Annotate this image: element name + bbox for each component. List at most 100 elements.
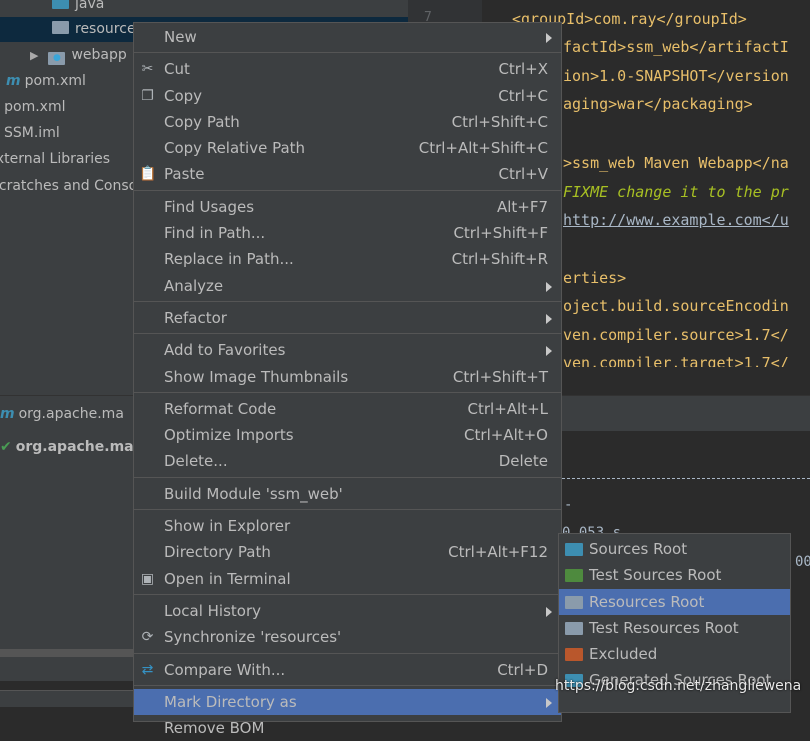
code-line: ven.compiler.target>1.7</ (563, 354, 789, 367)
folder-icon (565, 621, 583, 635)
menu-item-label: Add to Favorites (164, 341, 286, 360)
run-item-label: org.apache.ma (15, 439, 134, 455)
submenu-arrow-icon (546, 606, 552, 617)
menu-item-label: Reformat Code (164, 399, 277, 418)
submenu-item-excluded[interactable]: Excluded (559, 641, 790, 667)
menu-item-refactor[interactable]: Refactor (134, 305, 561, 331)
menu-item-reformat-code[interactable]: Reformat Code Ctrl+Alt+L (134, 396, 561, 422)
menu-item-synchronize-resources[interactable]: ⟳ Synchronize 'resources' (134, 624, 561, 650)
menu-item-label: Refactor (164, 308, 227, 327)
menu-item-show-image-thumbnails[interactable]: Show Image Thumbnails Ctrl+Shift+T (134, 364, 561, 390)
menu-item-optimize-imports[interactable]: Optimize Imports Ctrl+Alt+O (134, 422, 561, 448)
maven-icon: | (0, 99, 1, 115)
folder-icon (565, 569, 583, 583)
menu-item-paste[interactable]: 📋 Paste Ctrl+V (134, 161, 561, 187)
menu-item-delete[interactable]: Delete... Delete (134, 448, 561, 474)
submenu-item-test-sources-root[interactable]: Test Sources Root (559, 562, 790, 588)
submenu-arrow-icon (546, 33, 552, 43)
menu-item-copy-relative-path[interactable]: Copy Relative Path Ctrl+Alt+Shift+C (134, 135, 561, 161)
menu-item-label: Show Image Thumbnails (164, 367, 349, 386)
menu-item-label: Replace in Path... (164, 250, 294, 269)
horizontal-scrollbar[interactable] (0, 649, 135, 657)
tree-item-webapp[interactable]: ▶ ● webapp (30, 43, 127, 68)
menu-item-find-usages[interactable]: Find Usages Alt+F7 (134, 194, 561, 220)
menu-item-new[interactable]: New (134, 24, 561, 50)
terminal-icon: ▣ (140, 570, 155, 587)
menu-item-label: Cut (164, 60, 190, 79)
shortcut-label: Ctrl+X (498, 60, 548, 79)
menu-item-label: Compare With... (164, 660, 286, 679)
menu-item-show-in-explorer[interactable]: Show in Explorer (134, 513, 561, 539)
submenu-item-label: Test Sources Root (589, 566, 722, 585)
expand-arrow-icon[interactable]: ▶ (30, 49, 38, 62)
shortcut-label: Ctrl+Shift+R (451, 250, 548, 269)
menu-item-label: Local History (164, 601, 262, 620)
submenu-item-label: Test Resources Root (589, 618, 739, 637)
submenu-item-label: Resources Root (589, 592, 705, 611)
menu-item-add-to-favorites[interactable]: Add to Favorites (134, 337, 561, 363)
run-tree: ✔ org.apache.ma (0, 431, 135, 681)
menu-item-remove-bom[interactable]: Remove BOM (134, 715, 561, 741)
menu-item-label: Open in Terminal (164, 569, 291, 588)
code-url[interactable]: http://www.example.com</u (563, 210, 789, 230)
menu-item-compare-with[interactable]: ⇄ Compare With... Ctrl+D (134, 657, 561, 683)
menu-item-label: Show in Explorer (164, 517, 291, 536)
menu-item-analyze[interactable]: Analyze (134, 273, 561, 299)
menu-item-copy[interactable]: ❐ Copy Ctrl+C (134, 83, 561, 109)
menu-item-label: Directory Path (164, 543, 271, 562)
folder-icon (565, 648, 583, 662)
menu-item-label: Find Usages (164, 197, 255, 216)
submenu-arrow-icon (546, 697, 552, 708)
shortcut-label: Alt+F7 (496, 197, 548, 216)
submenu-item-resources-root[interactable]: Resources Root (559, 588, 790, 615)
menu-item-cut[interactable]: ✂ Cut Ctrl+X (134, 56, 561, 82)
code-line: factId>ssm_web</artifactI (563, 38, 789, 56)
submenu-arrow-icon (546, 313, 552, 324)
tree-item-iml[interactable]: SSM.iml (0, 121, 60, 146)
run-item[interactable]: m org.apache.ma (0, 402, 124, 427)
run-item[interactable]: ✔ org.apache.ma (0, 435, 134, 460)
scissors-icon: ✂ (141, 61, 154, 78)
tree-item-resources[interactable]: resources (52, 17, 143, 42)
menu-item-replace-in-path[interactable]: Replace in Path... Ctrl+Shift+R (134, 246, 561, 272)
folder-icon (52, 0, 69, 9)
tree-item-pom[interactable]: |pom.xml (0, 95, 65, 120)
shortcut-label: Ctrl+D (497, 660, 548, 679)
code-line: ion>1.0-SNAPSHOT</version (563, 67, 789, 85)
menu-item-label: Copy (164, 86, 203, 105)
menu-item-label: Synchronize 'resources' (164, 628, 342, 647)
shortcut-label: Ctrl+Alt+F12 (448, 543, 548, 562)
menu-item-label: Analyze (164, 276, 224, 295)
menu-item-open-in-terminal[interactable]: ▣ Open in Terminal (134, 566, 561, 592)
tree-item-external-libraries[interactable]: External Libraries (0, 147, 110, 172)
code-comment: FIXME change it to the pr (563, 183, 789, 201)
menu-item-label: Mark Directory as (164, 692, 297, 711)
menu-item-label: Copy Path (164, 112, 240, 131)
menu-item-local-history[interactable]: Local History (134, 598, 561, 624)
menu-item-label: Paste (164, 165, 205, 184)
compare-icon: ⇄ (141, 661, 154, 678)
menu-item-directory-path[interactable]: Directory Path Ctrl+Alt+F12 (134, 539, 561, 565)
tree-item-java[interactable]: java (52, 0, 104, 17)
menu-item-label: New (164, 28, 197, 46)
menu-item-label: Find in Path... (164, 224, 266, 243)
menu-item-mark-directory-as[interactable]: Mark Directory as (134, 688, 561, 716)
menu-item-find-in-path[interactable]: Find in Path... Ctrl+Shift+F (134, 220, 561, 246)
menu-item-build-module-ssm-web[interactable]: Build Module 'ssm_web' (134, 481, 561, 507)
code-line: erties> (563, 269, 627, 287)
folder-icon (565, 543, 583, 556)
shortcut-label: Ctrl+Shift+C (451, 112, 548, 131)
tree-item-pom[interactable]: m pom.xml (6, 69, 86, 94)
menu-item-copy-path[interactable]: Copy Path Ctrl+Shift+C (134, 109, 561, 135)
tree-label: SSM.iml (4, 125, 60, 141)
submenu-item-test-resources-root[interactable]: Test Resources Root (559, 615, 790, 641)
code-line: oject.build.sourceEncodin (563, 297, 789, 315)
submenu-item-sources-root[interactable]: Sources Root (559, 536, 790, 562)
sync-icon: ⟳ (141, 629, 154, 646)
menu-item-label: Remove BOM (164, 719, 265, 738)
web-folder-icon: ● (48, 52, 66, 65)
run-item-label: org.apache.ma (18, 406, 124, 422)
shortcut-label: Ctrl+Alt+O (464, 426, 548, 445)
context-menu: New ✂ Cut Ctrl+X ❐ Copy Ctrl+C Copy Path Ctrl+Sh… (133, 22, 562, 737)
tree-label: java (75, 0, 105, 12)
